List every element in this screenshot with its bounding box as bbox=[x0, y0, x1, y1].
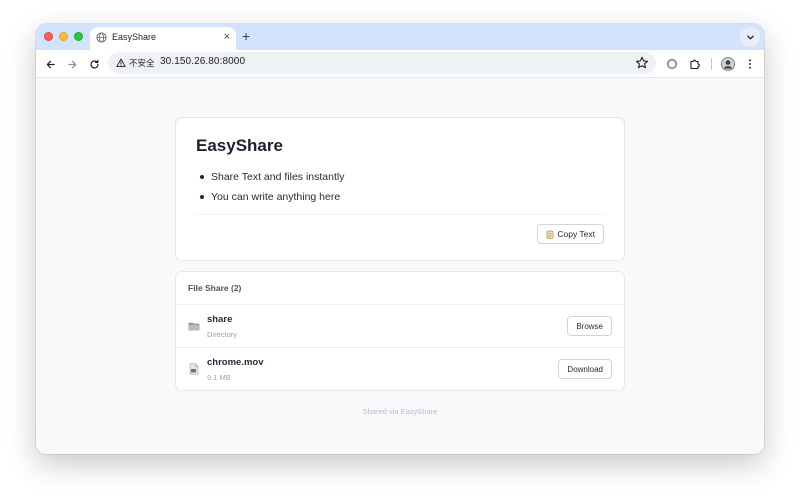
tab-search-button[interactable] bbox=[740, 27, 760, 47]
text-share-card: EasyShare Share Text and files instantly… bbox=[175, 117, 625, 261]
extensions-menu-button[interactable] bbox=[687, 56, 703, 72]
browse-button[interactable]: Browse bbox=[567, 316, 612, 336]
new-tab-button[interactable]: + bbox=[242, 27, 250, 45]
file-meta: Directory bbox=[207, 330, 238, 339]
url-text[interactable]: 30.150.26.80:8000 bbox=[160, 56, 245, 67]
close-window-button[interactable] bbox=[44, 32, 53, 41]
reload-icon bbox=[89, 59, 99, 69]
browser-toolbar: 不安全 30.150.26.80:8000 bbox=[36, 50, 764, 78]
minimize-window-button[interactable] bbox=[59, 32, 68, 41]
table-row: chrome.mov 9.1 MB Download bbox=[176, 348, 624, 391]
page-content: EasyShare Share Text and files instantly… bbox=[36, 79, 764, 454]
file-share-title: File Share (2) bbox=[188, 283, 242, 293]
toolbar-separator bbox=[711, 58, 712, 70]
page-footer: Shared via EasyShare bbox=[362, 407, 438, 416]
reload-button[interactable] bbox=[86, 56, 102, 72]
copy-text-button[interactable]: Copy Text bbox=[537, 224, 604, 244]
extension-button[interactable] bbox=[664, 56, 680, 72]
forward-button[interactable] bbox=[64, 56, 80, 72]
file-icon bbox=[189, 363, 199, 375]
maximize-window-button[interactable] bbox=[74, 32, 83, 41]
browser-tab[interactable]: EasyShare × bbox=[90, 27, 236, 50]
browser-menu-button[interactable] bbox=[742, 56, 758, 72]
tab-strip: EasyShare × + bbox=[36, 24, 764, 50]
profile-button[interactable] bbox=[720, 56, 736, 72]
download-button[interactable]: Download bbox=[558, 359, 612, 379]
back-button[interactable] bbox=[42, 56, 58, 72]
shared-text-list: Share Text and files instantly You can w… bbox=[196, 170, 344, 210]
globe-icon bbox=[96, 32, 107, 43]
address-bar[interactable]: 不安全 30.150.26.80:8000 bbox=[108, 52, 656, 74]
security-indicator[interactable]: 不安全 bbox=[116, 57, 155, 69]
tab-title: EasyShare bbox=[112, 32, 157, 42]
list-item: Share Text and files instantly bbox=[196, 170, 344, 190]
security-label: 不安全 bbox=[129, 58, 155, 68]
arrow-left-icon bbox=[46, 60, 55, 68]
avatar bbox=[721, 57, 735, 71]
list-item: You can write anything here bbox=[196, 190, 344, 210]
arrow-right-icon bbox=[67, 60, 76, 68]
browser-window: EasyShare × + 不安全 30.150.26.80:8000 Easy… bbox=[36, 24, 764, 454]
file-name[interactable]: share bbox=[207, 314, 232, 325]
chevron-down-icon bbox=[746, 35, 754, 39]
clipboard-icon bbox=[547, 229, 554, 239]
file-name[interactable]: chrome.mov bbox=[207, 357, 264, 368]
file-meta: 9.1 MB bbox=[207, 373, 231, 382]
page-title: EasyShare bbox=[196, 136, 283, 155]
file-share-card: File Share (2) share Directory Browse ch… bbox=[175, 271, 625, 391]
more-vertical-icon bbox=[749, 59, 751, 69]
copy-text-label: Copy Text bbox=[557, 229, 595, 239]
bookmark-star-icon[interactable] bbox=[634, 55, 650, 71]
tab-close-icon[interactable]: × bbox=[224, 30, 230, 44]
circle-extension-icon bbox=[666, 58, 678, 70]
divider bbox=[196, 214, 604, 215]
warning-icon bbox=[116, 58, 126, 68]
file-share-header: File Share (2) bbox=[176, 272, 624, 305]
puzzle-icon bbox=[690, 59, 700, 70]
folder-icon bbox=[188, 322, 200, 331]
table-row: share Directory Browse bbox=[176, 305, 624, 348]
